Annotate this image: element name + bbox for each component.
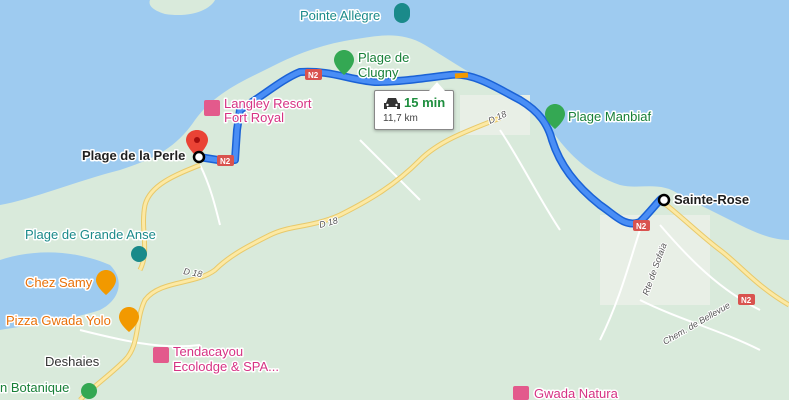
garden-icon: [81, 383, 97, 399]
route-box-pointer: [429, 82, 445, 91]
svg-text:N2: N2: [220, 157, 231, 166]
svg-text:n Botanique: n Botanique: [0, 380, 69, 395]
svg-text:Pizza Gwada Yolo: Pizza Gwada Yolo: [6, 313, 111, 328]
gwada-natura-poi[interactable]: Gwada Natura: [513, 385, 620, 400]
traffic-segment: [454, 72, 469, 79]
svg-text:N2: N2: [636, 222, 647, 231]
deshaies-label[interactable]: Deshaies: [44, 353, 102, 371]
svg-text:Plage Manbiaf: Plage Manbiaf: [568, 109, 651, 124]
n2-shield: N2: [738, 294, 755, 305]
origin-label[interactable]: Plage de la Perle: [81, 147, 187, 165]
viewpoint-icon: [131, 246, 147, 262]
plage-manbiaf-poi[interactable]: Plage Manbiaf: [545, 104, 653, 129]
n2-shield: N2: [633, 220, 650, 231]
hotel-icon: [153, 347, 169, 363]
pointe-allegre-poi[interactable]: Pointe Allègre: [299, 3, 410, 25]
car-icon: [384, 98, 400, 109]
svg-text:Ecolodge & SPA...: Ecolodge & SPA...: [173, 359, 279, 374]
svg-text:Langley Resort: Langley Resort: [224, 96, 312, 111]
hotel-icon: [204, 100, 220, 116]
n2-shield: N2: [217, 155, 234, 166]
origin-marker[interactable]: [192, 150, 206, 164]
svg-text:Fort Royal: Fort Royal: [224, 110, 284, 125]
destination-label[interactable]: Sainte-Rose: [673, 191, 751, 209]
svg-text:Clugny: Clugny: [358, 65, 399, 80]
destination-marker[interactable]: [657, 193, 671, 207]
map-canvas[interactable]: N2 N2 N2 N2 D 18 D 18 D 18 Rte de Sofaïa…: [0, 0, 789, 400]
hotel-icon: [513, 386, 529, 400]
n2-shield: N2: [305, 69, 322, 80]
svg-text:Plage de: Plage de: [358, 50, 409, 65]
route-info-box[interactable]: 15 min 11,7 km: [374, 82, 454, 130]
svg-text:Plage de Grande Anse: Plage de Grande Anse: [25, 227, 156, 242]
islet: [149, 0, 215, 16]
svg-text:N2: N2: [741, 296, 752, 305]
svg-text:N2: N2: [308, 71, 319, 80]
svg-text:Pointe Allègre: Pointe Allègre: [300, 8, 380, 23]
svg-text:Tendacayou: Tendacayou: [173, 344, 243, 359]
lighthouse-icon: [394, 3, 410, 23]
svg-text:Gwada Natura: Gwada Natura: [534, 386, 619, 400]
route-duration: 15 min: [404, 95, 446, 110]
route-distance: 11,7 km: [383, 113, 418, 124]
svg-text:Chez Samy: Chez Samy: [25, 275, 93, 290]
